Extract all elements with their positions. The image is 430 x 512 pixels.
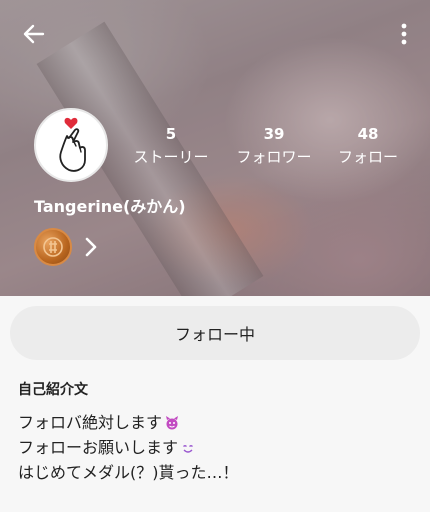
bio-line: フォロバ絶対します [18, 410, 418, 435]
stat-value: 39 [263, 125, 285, 143]
stat-followers[interactable]: 39 フォロワー [228, 124, 320, 168]
more-vertical-icon [401, 23, 407, 45]
bio-line: はじめてメダル(？)貰った…！ [18, 460, 418, 485]
stat-following[interactable]: 48 フォロー [330, 124, 406, 168]
medal-badge[interactable] [34, 228, 72, 266]
heart-finger-icon [59, 117, 86, 172]
stat-value: 48 [357, 125, 379, 143]
devil-face-icon [166, 415, 179, 429]
stat-label: フォロワー [236, 148, 312, 166]
bio-line-text: フォローお願いします [18, 438, 179, 457]
more-options-button[interactable] [392, 18, 416, 50]
arrow-left-icon [23, 24, 45, 44]
bio-line-text: はじめてメダル(？)貰った…！ [18, 463, 239, 482]
following-button[interactable]: フォロー中 [10, 306, 420, 360]
bio-text: フォロバ絶対します フォローお願いします はじめてメダル(？)貰った…！ [18, 410, 418, 485]
smiling-face-icon [183, 444, 193, 453]
bio-line: フォローお願いします [18, 435, 418, 460]
stat-label: フォロー [337, 148, 398, 166]
username: Tangerine(みかん) [34, 197, 186, 216]
chevron-right-icon [85, 237, 97, 257]
avatar[interactable] [34, 108, 108, 182]
bio-line-text: フォロバ絶対します [18, 413, 163, 432]
stat-stories[interactable]: 5 ストーリー [126, 124, 216, 168]
stat-label: ストーリー [133, 148, 209, 166]
medal-icon [43, 237, 63, 257]
bio-heading: 自己紹介文 [18, 382, 88, 398]
stat-value: 5 [165, 125, 177, 143]
medal-details-button[interactable] [80, 233, 102, 261]
back-button[interactable] [18, 18, 50, 50]
